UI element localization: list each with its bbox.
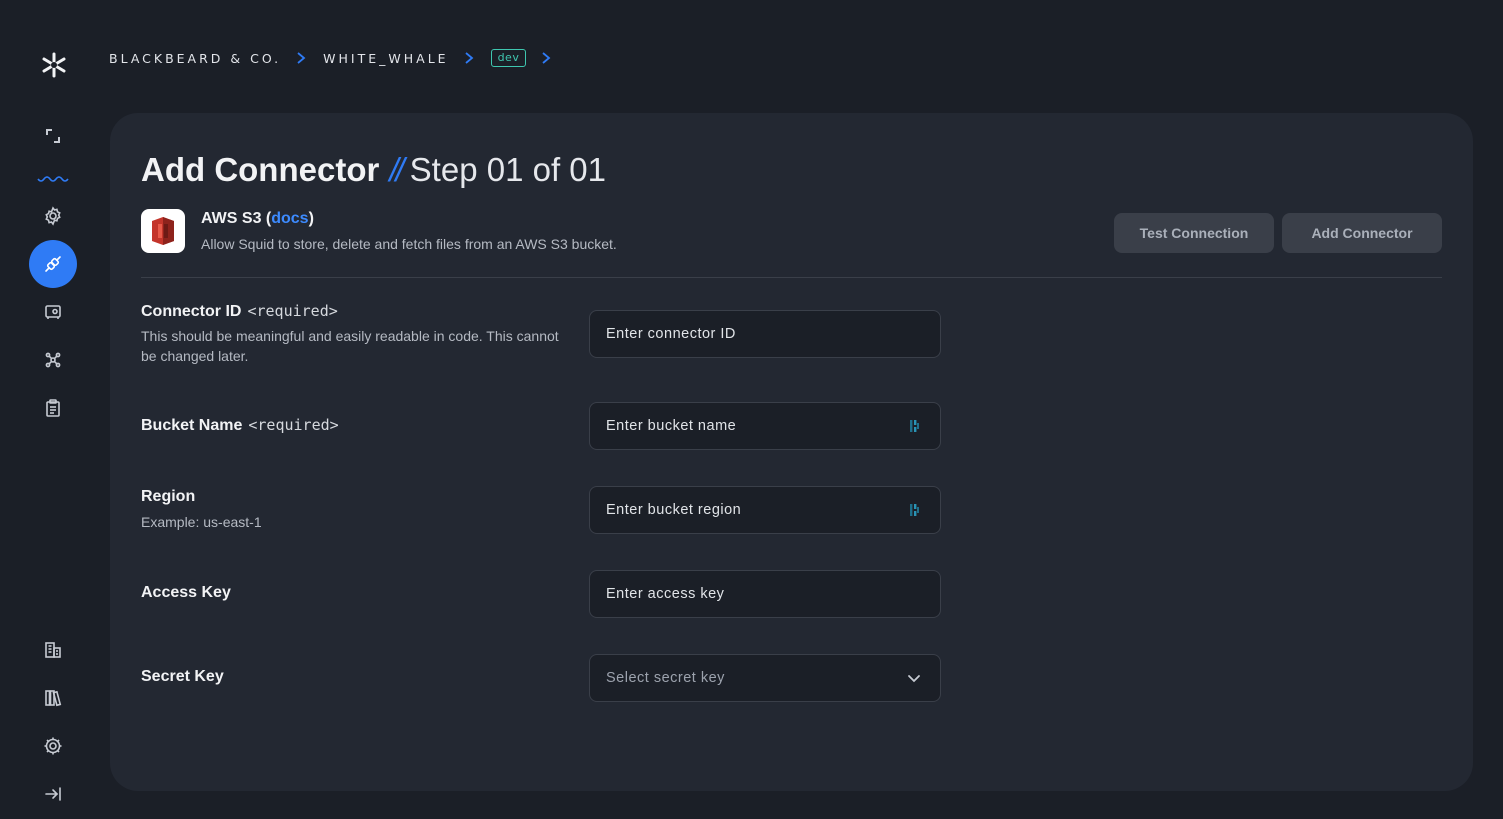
- step-indicator: Step 01 of 01: [409, 151, 606, 188]
- add-connector-button[interactable]: Add Connector: [1282, 213, 1442, 253]
- books-icon: [45, 690, 62, 707]
- bucket-name-placeholder: Enter bucket name: [606, 418, 737, 434]
- connector-id-label-text: Connector ID: [141, 303, 242, 320]
- sidebar-collapse-button[interactable]: [29, 770, 77, 818]
- chevron-down-icon: [908, 675, 920, 683]
- sidebar-item-logs[interactable]: [29, 384, 77, 432]
- expand-corners-icon: [46, 129, 60, 143]
- region-help: Example: us-east-1: [141, 514, 262, 530]
- connector-id-input[interactable]: Enter connector ID: [589, 310, 941, 358]
- vault-icon: [45, 305, 61, 319]
- secret-key-label-text: Secret Key: [141, 668, 224, 685]
- docs-link[interactable]: docs: [271, 210, 308, 227]
- wave-indicator-icon: [37, 172, 69, 186]
- access-key-label: Access Key: [141, 584, 231, 602]
- password-manager-icon[interactable]: [906, 502, 922, 518]
- secret-key-placeholder: Select secret key: [606, 670, 725, 686]
- connector-id-label: Connector ID <required>: [141, 302, 338, 321]
- region-placeholder: Enter bucket region: [606, 502, 742, 518]
- test-connection-button[interactable]: Test Connection: [1114, 213, 1274, 253]
- integration-name-suffix: ): [308, 210, 314, 227]
- sidebar-item-settings[interactable]: [29, 192, 77, 240]
- required-tag: <required>: [247, 302, 338, 320]
- page-title: Add Connector // Step 01 of 01: [141, 151, 606, 189]
- sidebar-item-integrations[interactable]: [29, 336, 77, 384]
- sidebar-item-secrets[interactable]: [29, 288, 77, 336]
- integration-name-text: AWS S3 (: [201, 210, 272, 227]
- building-icon: [45, 642, 61, 658]
- env-badge[interactable]: dev: [490, 49, 527, 67]
- settings-icon: [44, 737, 62, 755]
- chevron-right-icon: [295, 51, 307, 65]
- connector-id-help: This should be meaningful and easily rea…: [141, 328, 559, 364]
- breadcrumb-app[interactable]: WHITE_WHALE: [323, 51, 448, 66]
- region-label: Region: [141, 488, 195, 506]
- secret-key-label: Secret Key: [141, 668, 224, 686]
- chevron-right-icon: [463, 51, 475, 65]
- gear-icon: [45, 206, 61, 226]
- sidebar-item-connectors[interactable]: [29, 240, 77, 288]
- bucket-name-label: Bucket Name <required>: [141, 416, 339, 435]
- required-tag: <required>: [248, 416, 339, 434]
- secret-key-select[interactable]: Select secret key: [589, 654, 941, 702]
- sidebar-item-docs[interactable]: [29, 674, 77, 722]
- access-key-input[interactable]: Enter access key: [589, 570, 941, 618]
- page-title-main: Add Connector: [141, 151, 380, 188]
- bucket-name-label-text: Bucket Name: [141, 417, 243, 434]
- sidebar: [0, 0, 106, 819]
- bucket-name-input[interactable]: Enter bucket name: [589, 402, 941, 450]
- integration-description: Allow Squid to store, delete and fetch f…: [201, 236, 617, 252]
- collapse-arrow-icon: [45, 787, 61, 801]
- squid-logo-icon[interactable]: [40, 51, 68, 79]
- integration-name: AWS S3 (docs): [201, 210, 314, 228]
- password-manager-icon[interactable]: [906, 418, 922, 434]
- add-connector-card: Add Connector // Step 01 of 01 AWS S3 (d…: [110, 113, 1473, 791]
- breadcrumb-org[interactable]: BLACKBEARD & CO.: [109, 51, 281, 66]
- sidebar-item-account-settings[interactable]: [29, 722, 77, 770]
- access-key-placeholder: Enter access key: [606, 586, 725, 602]
- access-key-label-text: Access Key: [141, 584, 231, 601]
- graph-nodes-icon: [45, 352, 61, 368]
- clipboard-icon: [46, 399, 60, 417]
- plug-icon: [45, 256, 61, 272]
- region-label-text: Region: [141, 488, 196, 505]
- sidebar-item-organization[interactable]: [29, 626, 77, 674]
- aws-s3-bucket-icon: [141, 209, 185, 253]
- region-input[interactable]: Enter bucket region: [589, 486, 941, 534]
- breadcrumb: BLACKBEARD & CO. WHITE_WHALE dev: [109, 46, 568, 70]
- title-separator: //: [389, 151, 404, 188]
- connector-id-placeholder: Enter connector ID: [606, 326, 736, 342]
- sidebar-item-overview[interactable]: [29, 112, 77, 160]
- chevron-right-icon[interactable]: [540, 51, 552, 65]
- divider: [141, 277, 1442, 278]
